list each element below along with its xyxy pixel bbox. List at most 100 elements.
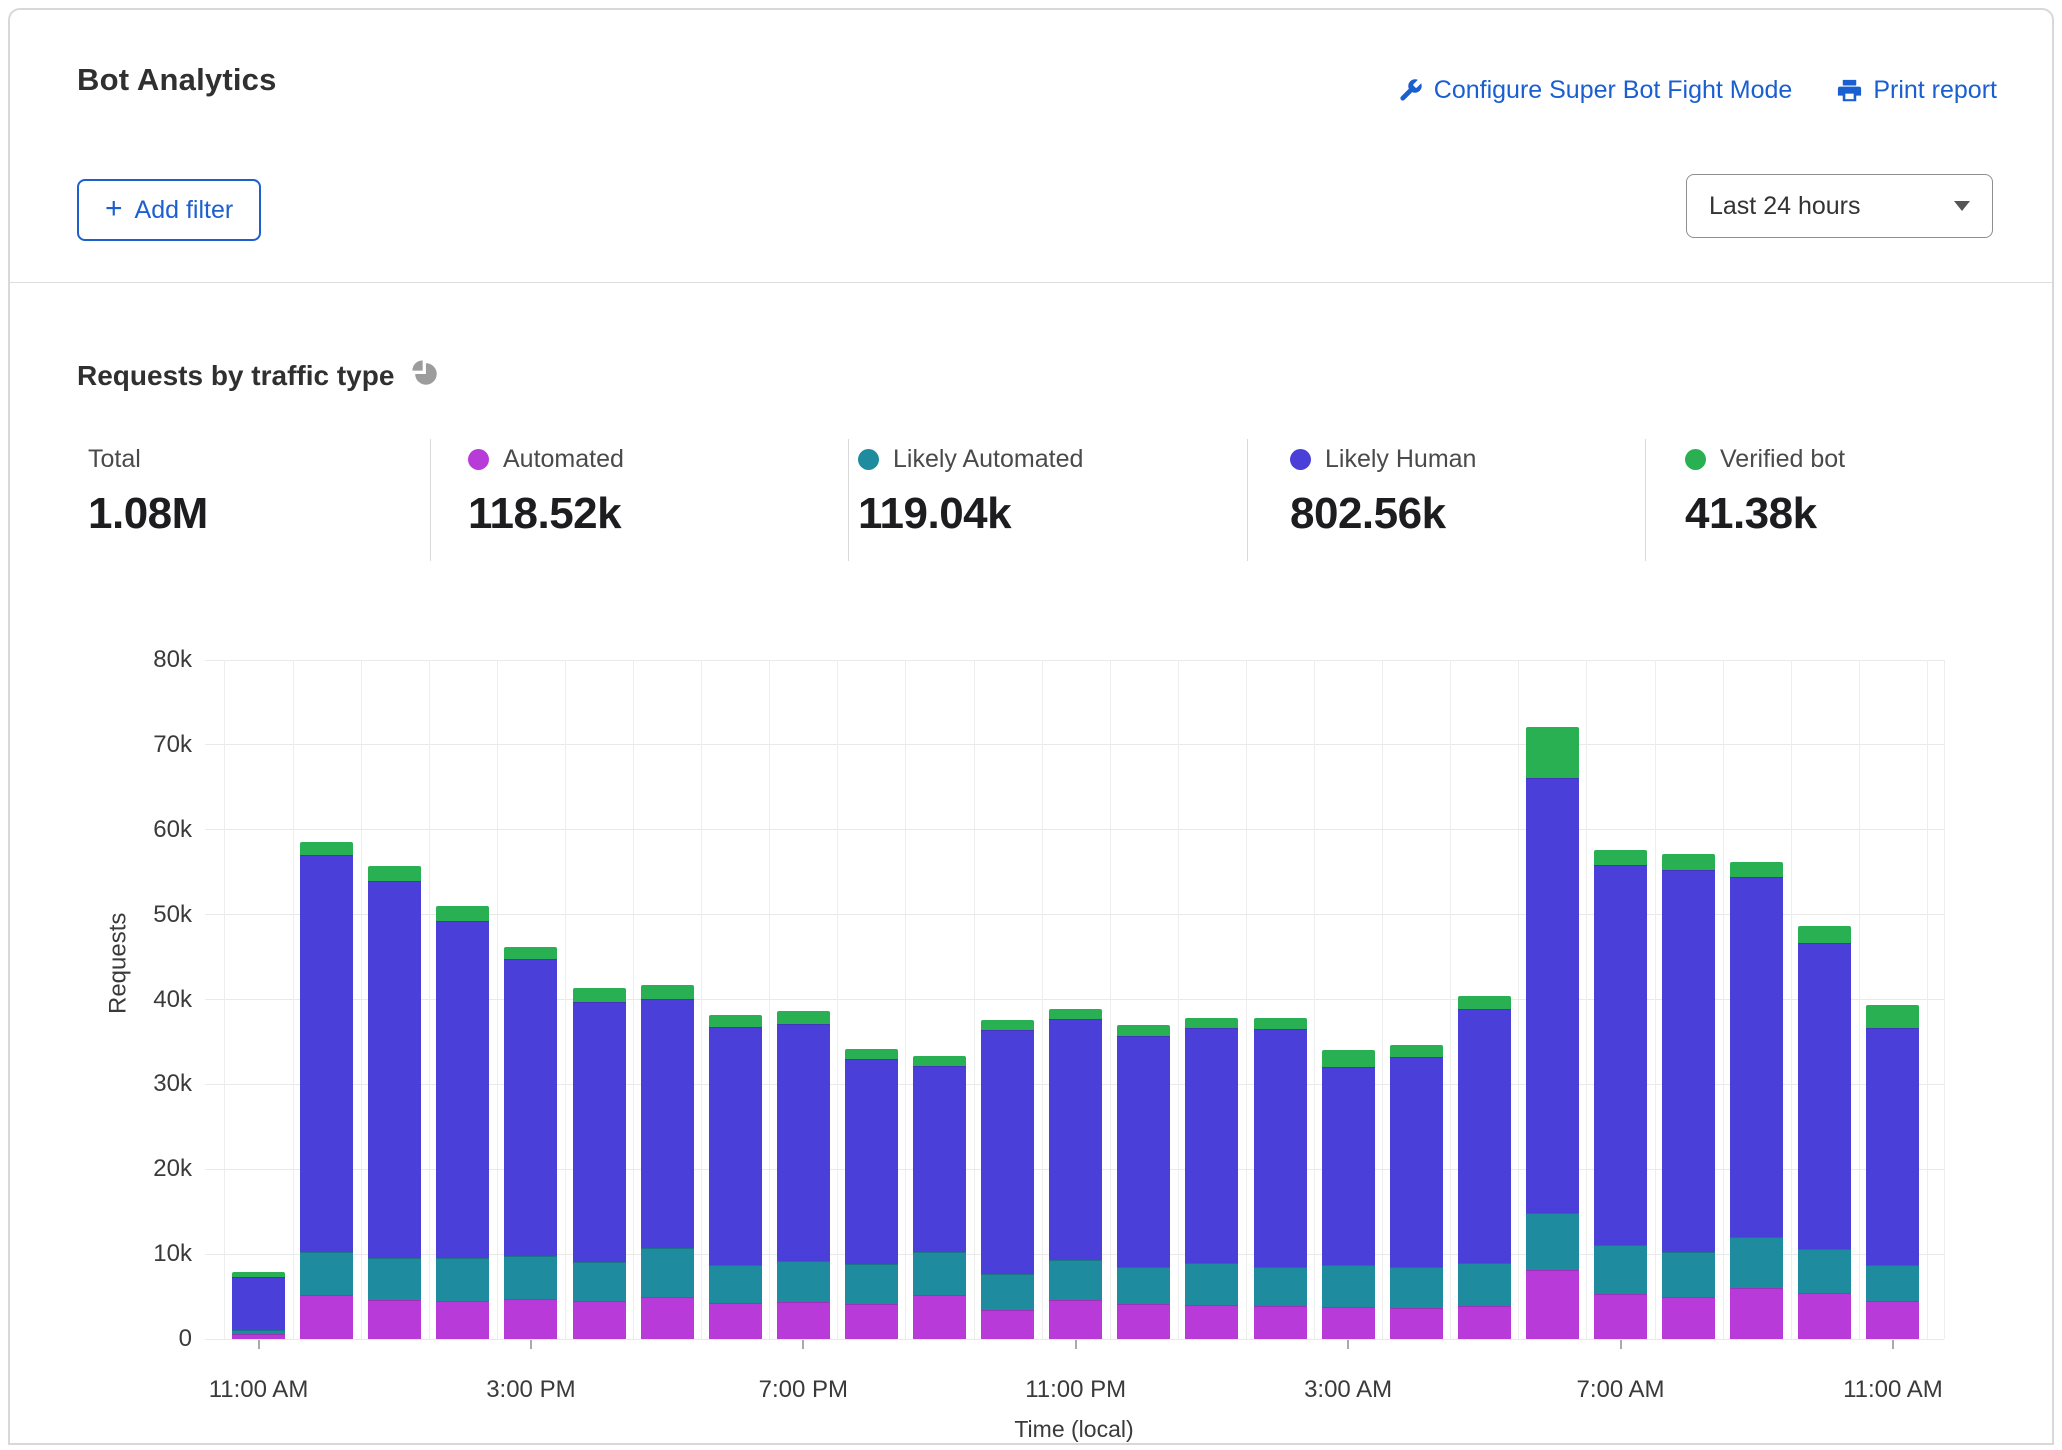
bar-segment-verified-bot[interactable] <box>1526 727 1579 778</box>
bar-800am[interactable] <box>1662 854 1715 1339</box>
bar-segment-verified-bot[interactable] <box>641 985 694 999</box>
bar-segment-automated[interactable] <box>913 1295 966 1339</box>
bar-segment-likely-human[interactable] <box>1662 870 1715 1251</box>
bar-segment-automated[interactable] <box>1594 1294 1647 1339</box>
bar-segment-automated[interactable] <box>1117 1304 1170 1339</box>
bar-segment-automated[interactable] <box>845 1304 898 1339</box>
bar-segment-automated[interactable] <box>1798 1293 1851 1339</box>
bar-segment-likely-automated[interactable] <box>573 1262 626 1301</box>
bar-segment-automated[interactable] <box>981 1310 1034 1339</box>
bar-segment-verified-bot[interactable] <box>1390 1045 1443 1057</box>
bar-segment-likely-automated[interactable] <box>1526 1213 1579 1271</box>
bar-segment-automated[interactable] <box>777 1302 830 1339</box>
bar-segment-verified-bot[interactable] <box>1662 854 1715 871</box>
bar-segment-likely-human[interactable] <box>1117 1036 1170 1267</box>
bar-segment-likely-automated[interactable] <box>709 1265 762 1303</box>
bar-segment-automated[interactable] <box>1662 1297 1715 1339</box>
bar-segment-likely-human[interactable] <box>300 855 353 1252</box>
bar-segment-verified-bot[interactable] <box>845 1049 898 1059</box>
bar-segment-likely-automated[interactable] <box>845 1264 898 1304</box>
bar-segment-automated[interactable] <box>232 1334 285 1339</box>
bar-segment-verified-bot[interactable] <box>1185 1018 1238 1028</box>
bar-segment-likely-human[interactable] <box>368 881 421 1258</box>
bar-segment-verified-bot[interactable] <box>709 1015 762 1027</box>
bar-1100am[interactable] <box>1866 1005 1919 1339</box>
bar-segment-automated[interactable] <box>1458 1306 1511 1339</box>
bar-segment-likely-human[interactable] <box>1049 1019 1102 1260</box>
bar-1100pm[interactable] <box>1049 1009 1102 1339</box>
bar-segment-likely-human[interactable] <box>573 1002 626 1262</box>
bar-800pm[interactable] <box>845 1049 898 1339</box>
bar-segment-likely-automated[interactable] <box>1458 1263 1511 1306</box>
bar-segment-likely-human[interactable] <box>1866 1028 1919 1266</box>
bar-segment-verified-bot[interactable] <box>1117 1025 1170 1036</box>
bar-segment-likely-human[interactable] <box>436 921 489 1258</box>
bar-segment-likely-automated[interactable] <box>504 1256 557 1299</box>
bar-segment-likely-automated[interactable] <box>1662 1252 1715 1298</box>
bar-segment-likely-human[interactable] <box>1730 877 1783 1237</box>
bar-segment-automated[interactable] <box>641 1297 694 1339</box>
bar-segment-automated[interactable] <box>1526 1270 1579 1339</box>
bar-300am[interactable] <box>1322 1050 1375 1339</box>
bar-segment-likely-human[interactable] <box>1594 865 1647 1244</box>
bar-segment-automated[interactable] <box>504 1299 557 1339</box>
bar-segment-verified-bot[interactable] <box>504 947 557 959</box>
bar-segment-automated[interactable] <box>368 1300 421 1339</box>
bar-600pm[interactable] <box>709 1015 762 1339</box>
bar-segment-likely-human[interactable] <box>232 1277 285 1330</box>
bar-segment-verified-bot[interactable] <box>368 866 421 880</box>
bar-segment-automated[interactable] <box>709 1303 762 1339</box>
bar-segment-verified-bot[interactable] <box>573 988 626 1002</box>
bar-segment-likely-automated[interactable] <box>436 1258 489 1300</box>
bar-segment-likely-human[interactable] <box>1798 943 1851 1249</box>
bar-segment-automated[interactable] <box>1254 1306 1307 1339</box>
bar-segment-likely-human[interactable] <box>981 1030 1034 1274</box>
bar-500am[interactable] <box>1458 996 1511 1339</box>
bar-segment-likely-human[interactable] <box>1526 778 1579 1213</box>
bar-segment-likely-human[interactable] <box>709 1027 762 1265</box>
bar-segment-verified-bot[interactable] <box>1730 862 1783 877</box>
bar-segment-likely-automated[interactable] <box>1594 1245 1647 1294</box>
bar-segment-verified-bot[interactable] <box>981 1020 1034 1030</box>
bar-700pm[interactable] <box>777 1011 830 1339</box>
bar-segment-verified-bot[interactable] <box>300 842 353 855</box>
bar-segment-verified-bot[interactable] <box>777 1011 830 1024</box>
bar-segment-likely-human[interactable] <box>913 1066 966 1252</box>
bar-100am[interactable] <box>1185 1018 1238 1339</box>
bar-segment-automated[interactable] <box>1730 1288 1783 1339</box>
bar-segment-likely-human[interactable] <box>1254 1029 1307 1267</box>
bar-200pm[interactable] <box>436 906 489 1339</box>
bar-segment-automated[interactable] <box>300 1295 353 1339</box>
bar-1200pm[interactable] <box>300 842 353 1339</box>
bar-400pm[interactable] <box>573 988 626 1339</box>
bar-segment-verified-bot[interactable] <box>1798 926 1851 944</box>
bar-segment-verified-bot[interactable] <box>1254 1018 1307 1029</box>
bar-segment-verified-bot[interactable] <box>1049 1009 1102 1019</box>
bar-segment-likely-automated[interactable] <box>913 1252 966 1295</box>
bar-900am[interactable] <box>1730 862 1783 1339</box>
bar-segment-verified-bot[interactable] <box>1866 1005 1919 1027</box>
bar-segment-likely-human[interactable] <box>641 999 694 1249</box>
bar-1000am[interactable] <box>1798 926 1851 1339</box>
bar-segment-likely-automated[interactable] <box>777 1261 830 1302</box>
bar-segment-likely-automated[interactable] <box>1798 1249 1851 1293</box>
bar-segment-automated[interactable] <box>1866 1301 1919 1339</box>
bar-segment-likely-automated[interactable] <box>300 1252 353 1294</box>
bar-1000pm[interactable] <box>981 1020 1034 1339</box>
bar-segment-automated[interactable] <box>1049 1300 1102 1339</box>
bar-segment-likely-automated[interactable] <box>1390 1267 1443 1309</box>
bar-segment-likely-human[interactable] <box>845 1059 898 1264</box>
bar-400am[interactable] <box>1390 1045 1443 1339</box>
bar-900pm[interactable] <box>913 1056 966 1339</box>
bar-segment-verified-bot[interactable] <box>436 906 489 921</box>
bar-segment-likely-automated[interactable] <box>1254 1267 1307 1306</box>
bar-segment-likely-automated[interactable] <box>1322 1265 1375 1307</box>
bar-300pm[interactable] <box>504 947 557 1339</box>
bar-segment-automated[interactable] <box>1390 1308 1443 1339</box>
bar-segment-verified-bot[interactable] <box>913 1056 966 1066</box>
bar-segment-likely-human[interactable] <box>777 1024 830 1261</box>
bar-segment-verified-bot[interactable] <box>1322 1050 1375 1066</box>
bar-1200am[interactable] <box>1117 1025 1170 1339</box>
bar-segment-automated[interactable] <box>436 1301 489 1339</box>
bar-segment-likely-human[interactable] <box>1458 1009 1511 1263</box>
